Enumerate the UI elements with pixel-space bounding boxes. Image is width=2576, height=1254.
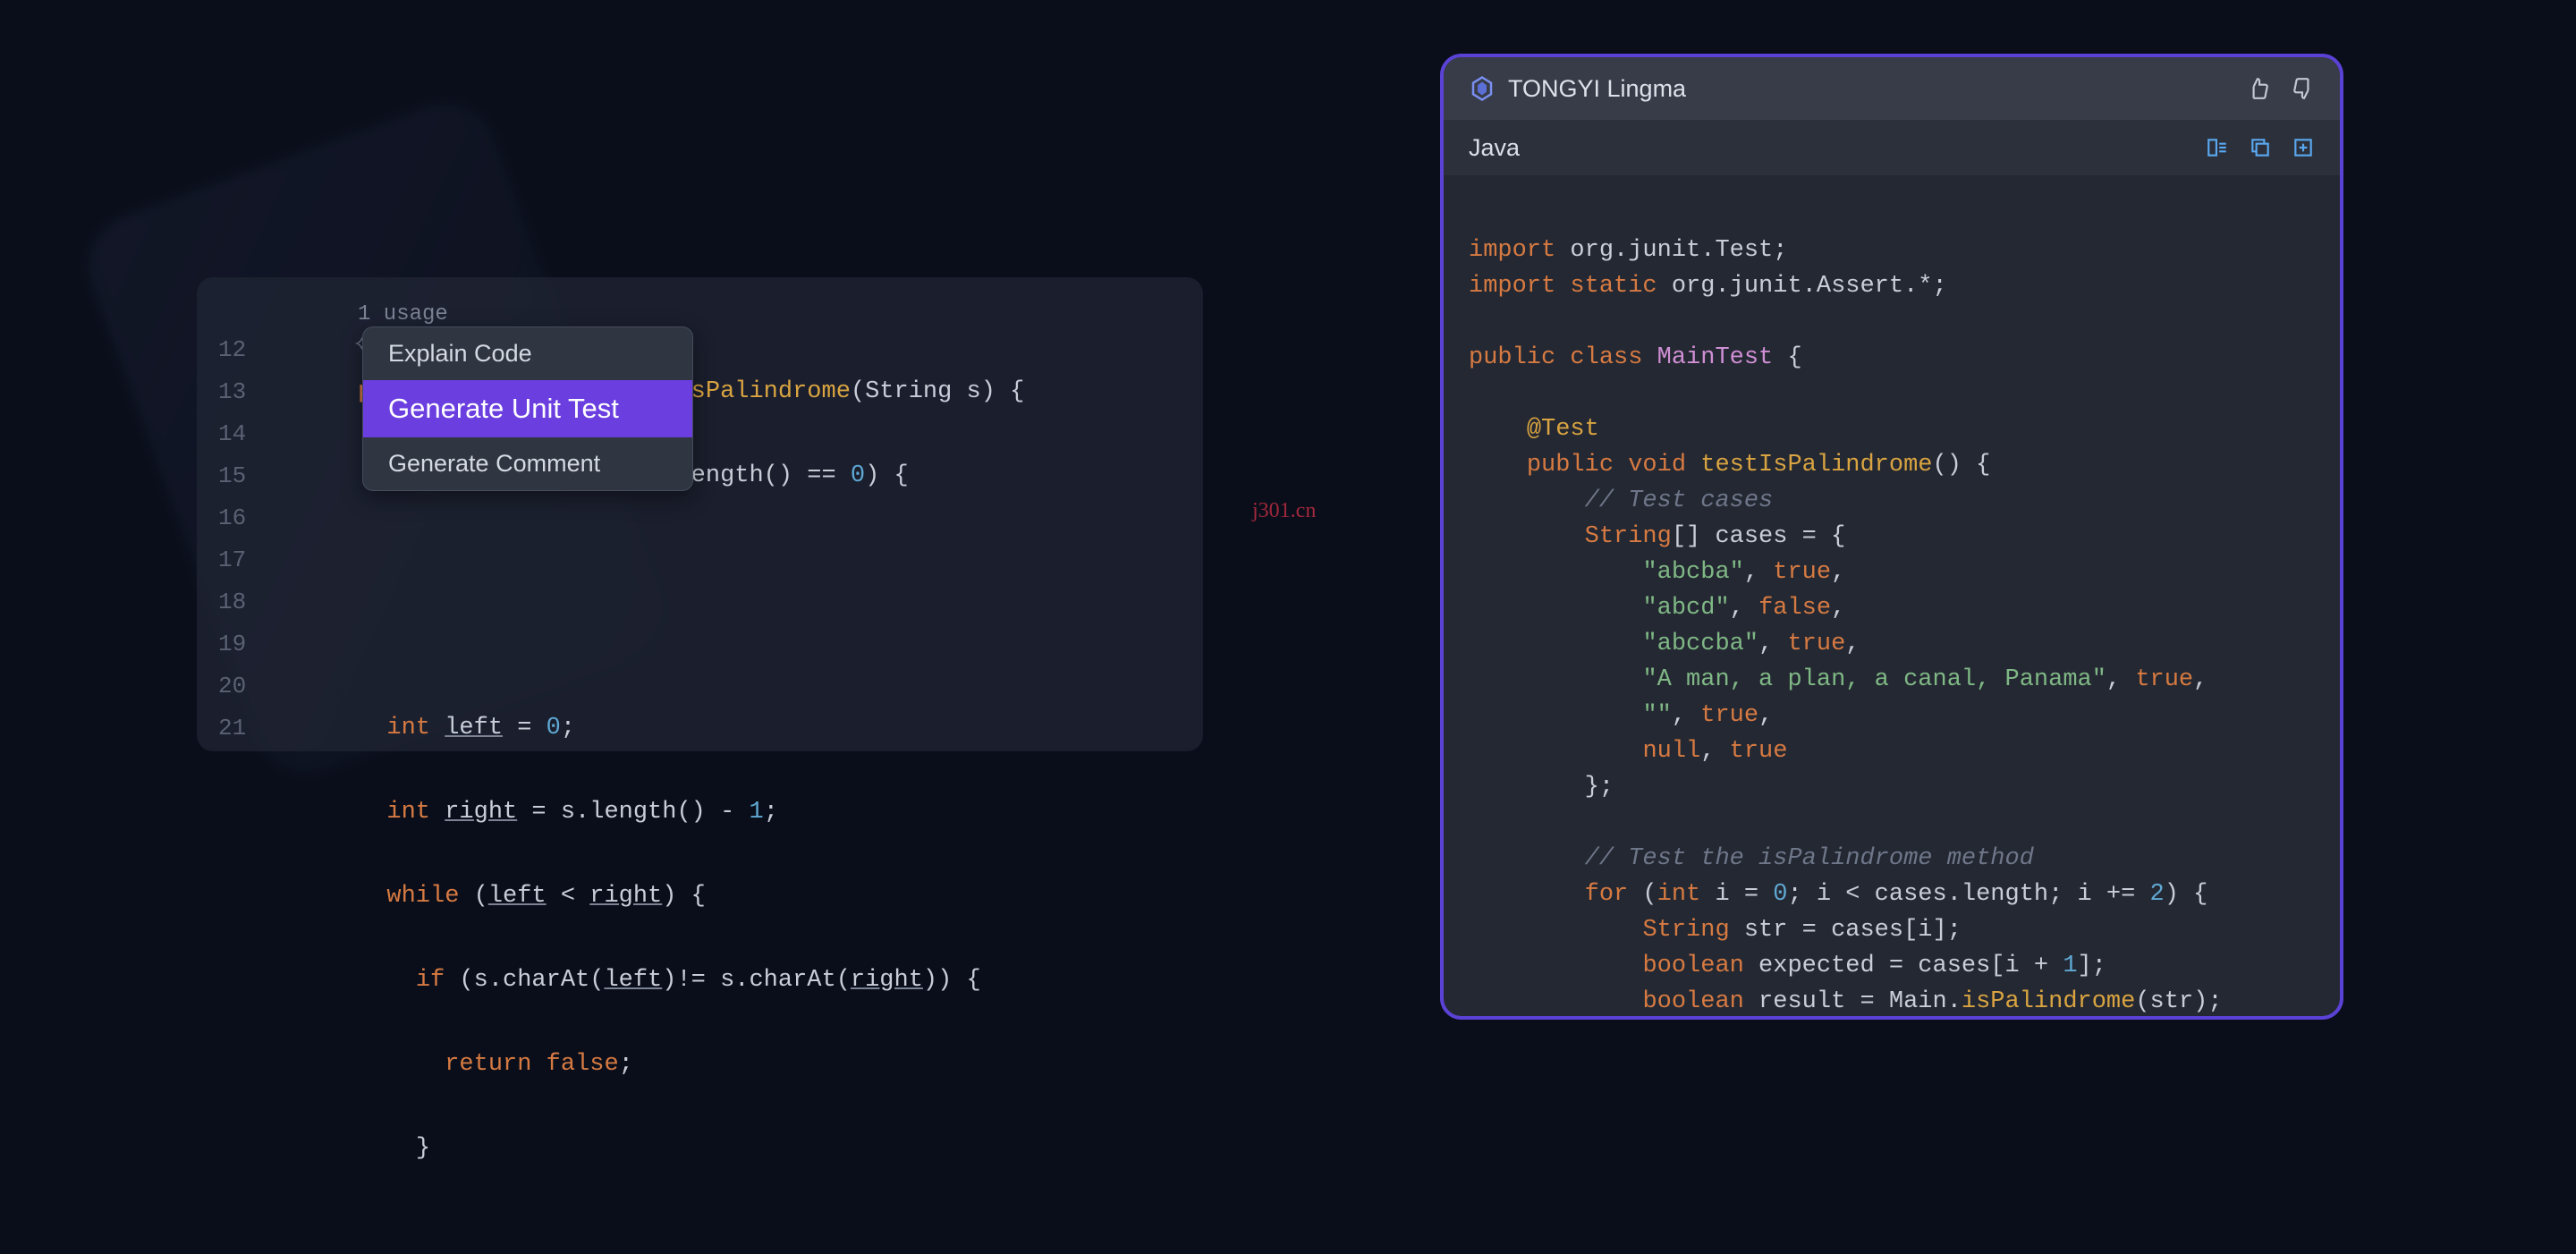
menu-explain-code[interactable]: Explain Code [363, 327, 692, 380]
assistant-title: TONGYI Lingma [1508, 75, 2247, 103]
language-label: Java [1469, 134, 2206, 162]
code-editor-panel: 1 usage ✧> 12 13 14 15 16 17 18 19 20 21… [197, 277, 1203, 751]
context-menu: Explain Code Generate Unit Test Generate… [362, 326, 693, 491]
thumbs-down-icon[interactable] [2292, 77, 2315, 100]
assistant-code-content[interactable]: import org.junit.Test; import static org… [1444, 175, 2340, 1020]
line-number-gutter: 12 13 14 15 16 17 18 19 20 21 [218, 329, 246, 750]
assistant-header: TONGYI Lingma [1444, 57, 2340, 120]
usage-hint: 1 usage [358, 302, 448, 326]
menu-generate-comment[interactable]: Generate Comment [363, 437, 692, 490]
menu-generate-unit-test[interactable]: Generate Unit Test [363, 380, 692, 437]
insert-icon[interactable] [2206, 136, 2229, 159]
copy-icon[interactable] [2249, 136, 2272, 159]
assistant-panel: TONGYI Lingma Java import org.junit.Test… [1440, 54, 2343, 1020]
new-file-icon[interactable] [2292, 136, 2315, 159]
thumbs-up-icon[interactable] [2247, 77, 2270, 100]
watermark-text: j301.cn [1252, 499, 1316, 523]
tongyi-logo-icon [1469, 75, 1496, 102]
language-bar: Java [1444, 120, 2340, 175]
